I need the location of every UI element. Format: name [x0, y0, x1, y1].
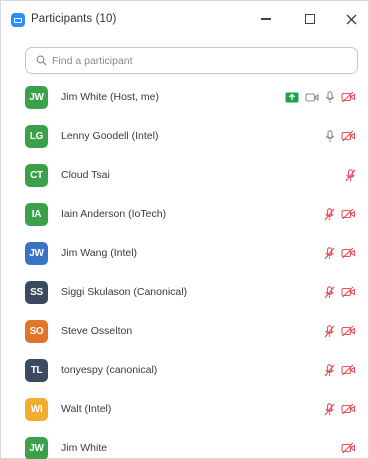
share-screen-icon[interactable] — [285, 92, 299, 103]
avatar: LG — [25, 124, 48, 148]
participant-name: Iain Anderson (IoTech) — [61, 208, 167, 220]
participant-status-icons — [324, 207, 356, 221]
participant-row[interactable]: SO Steve Osselton — [1, 315, 368, 347]
search-input[interactable] — [52, 54, 332, 67]
participant-name: Jim White — [61, 442, 108, 454]
participant-status-icons — [324, 285, 356, 299]
mic-muted-icon[interactable] — [345, 168, 356, 182]
participant-status-icons — [325, 129, 356, 143]
zoom-app-icon — [11, 13, 25, 27]
search-box[interactable] — [25, 47, 358, 74]
participant-row[interactable]: IA Iain Anderson (IoTech) — [1, 198, 368, 230]
participant-status-icons — [341, 442, 356, 454]
participant-row[interactable]: JW Jim White — [1, 432, 368, 459]
participant-status-icons — [345, 168, 356, 182]
avatar: JW — [25, 85, 48, 109]
video-off-icon[interactable] — [341, 247, 356, 259]
mic-muted-icon[interactable] — [324, 285, 335, 299]
minimize-icon — [261, 18, 271, 20]
avatar: SS — [25, 280, 48, 304]
participant-name: Cloud Tsai — [61, 169, 110, 181]
mic-muted-icon[interactable] — [324, 207, 335, 221]
maximize-icon — [305, 14, 315, 24]
mic-icon[interactable] — [325, 90, 335, 104]
video-off-icon[interactable] — [341, 286, 356, 298]
participant-row[interactable]: TL tonyespy (canonical) — [1, 354, 368, 386]
avatar: JW — [25, 241, 48, 265]
avatar: IA — [25, 202, 48, 226]
participant-name: Steve Osselton — [61, 325, 133, 337]
participant-row[interactable]: JW Jim Wang (Intel) — [1, 237, 368, 269]
video-icon[interactable] — [305, 92, 319, 103]
avatar: SO — [25, 319, 48, 343]
participant-status-icons — [324, 246, 356, 260]
participant-row[interactable]: LG Lenny Goodell (Intel) — [1, 120, 368, 152]
participant-status-icons — [285, 90, 356, 104]
participant-status-icons — [324, 324, 356, 338]
video-off-icon[interactable] — [341, 403, 356, 415]
avatar: JW — [25, 436, 48, 459]
window-title: Participants (10) — [31, 13, 117, 25]
participant-name: Jim White (Host, me) — [61, 91, 160, 103]
title-bar[interactable]: Participants (10) — [1, 1, 368, 35]
participant-row[interactable]: CT Cloud Tsai — [1, 159, 368, 191]
participant-name: Walt (Intel) — [61, 403, 112, 415]
participant-status-icons — [324, 402, 356, 416]
participant-row[interactable]: WI Walt (Intel) — [1, 393, 368, 425]
mic-muted-icon[interactable] — [324, 363, 335, 377]
avatar: CT — [25, 163, 48, 187]
participant-name: tonyespy (canonical) — [61, 364, 158, 376]
participants-window: Participants (10) JW Jim White (Host, me)… — [0, 0, 369, 459]
mic-muted-icon[interactable] — [324, 246, 335, 260]
participant-status-icons — [324, 363, 356, 377]
video-off-icon[interactable] — [341, 208, 356, 220]
video-off-icon[interactable] — [341, 91, 356, 103]
maximize-button[interactable] — [299, 9, 321, 29]
participant-row[interactable]: JW Jim White (Host, me) — [1, 81, 368, 113]
participant-name: Jim Wang (Intel) — [61, 247, 138, 259]
video-off-icon[interactable] — [341, 442, 356, 454]
avatar: WI — [25, 397, 48, 421]
video-off-icon[interactable] — [341, 364, 356, 376]
search-icon — [36, 55, 47, 66]
mic-icon[interactable] — [325, 129, 335, 143]
close-button[interactable] — [340, 9, 362, 29]
video-off-icon[interactable] — [341, 130, 356, 142]
close-icon — [346, 14, 356, 24]
video-off-icon[interactable] — [341, 325, 356, 337]
mic-muted-icon[interactable] — [324, 324, 335, 338]
participant-row[interactable]: SS Siggi Skulason (Canonical) — [1, 276, 368, 308]
minimize-button[interactable] — [255, 9, 277, 29]
participant-name: Siggi Skulason (Canonical) — [61, 286, 188, 298]
avatar: TL — [25, 358, 48, 382]
mic-muted-icon[interactable] — [324, 402, 335, 416]
participant-name: Lenny Goodell (Intel) — [61, 130, 159, 142]
